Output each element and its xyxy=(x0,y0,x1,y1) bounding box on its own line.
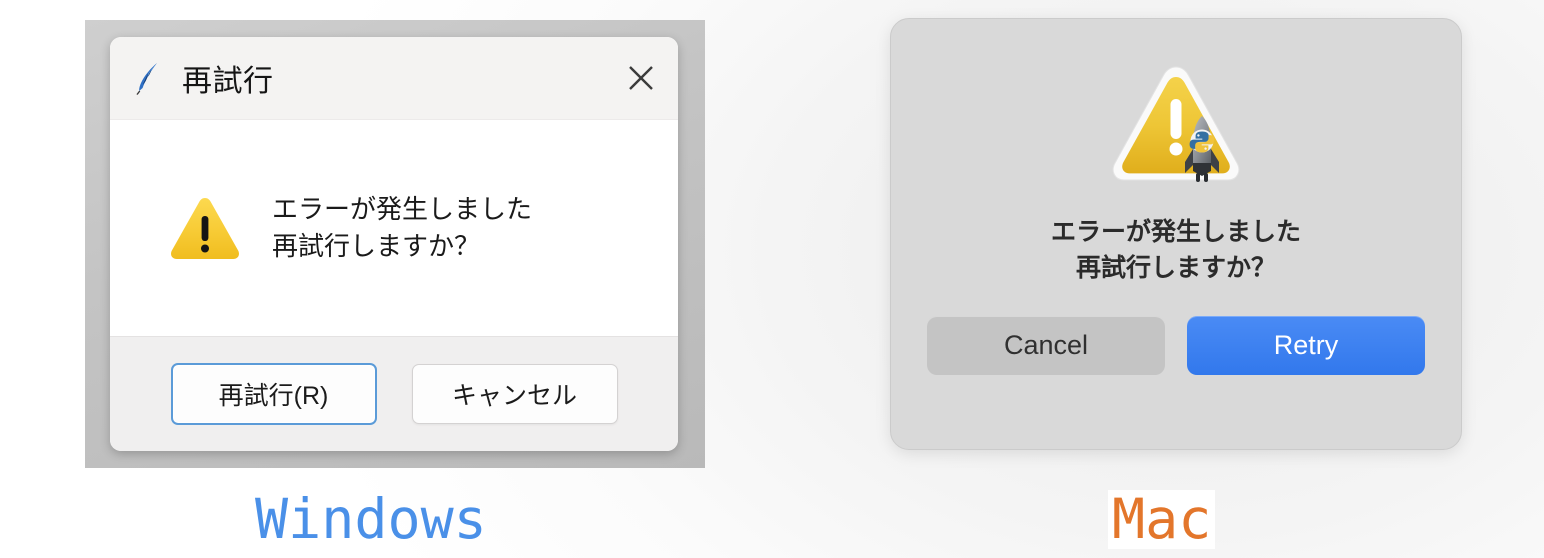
mac-dialog-message: エラーが発生しました 再試行しますか？ xyxy=(1051,215,1301,286)
mac-button-bar: Cancel Retry xyxy=(927,316,1425,375)
retry-button[interactable]: Retry xyxy=(1187,316,1425,375)
windows-dialog-message: エラーが発生しました 再試行しますか？ xyxy=(272,191,532,265)
windows-dialog-title: 再試行 xyxy=(182,65,274,98)
mac-message-line-1: エラーが発生しました xyxy=(1050,218,1301,246)
windows-dialog-frame: 再試行 エラーが発生しました 再試行しますか？ 再試行(R) キャンセル xyxy=(85,20,705,468)
retry-button[interactable]: 再試行(R) xyxy=(170,363,377,425)
caution-triangle-with-python-rocket-icon xyxy=(1101,59,1251,199)
cancel-button[interactable]: Cancel xyxy=(927,316,1165,375)
windows-dialog-body: エラーが発生しました 再試行しますか？ xyxy=(110,120,678,336)
cancel-button[interactable]: キャンセル xyxy=(411,364,618,424)
windows-message-line-2: 再試行しますか？ xyxy=(272,231,481,261)
mac-dialog: エラーが発生しました 再試行しますか？ Cancel Retry xyxy=(890,18,1462,450)
windows-message-line-1: エラーが発生しました xyxy=(272,194,533,225)
windows-platform-caption: Windows xyxy=(255,487,487,551)
mac-platform-caption: Mac xyxy=(1108,490,1216,549)
tk-feather-icon xyxy=(134,61,164,95)
warning-triangle-icon xyxy=(168,194,242,262)
close-icon[interactable] xyxy=(604,37,678,119)
mac-message-line-2: 再試行しますか？ xyxy=(1075,253,1276,282)
windows-titlebar[interactable]: 再試行 xyxy=(110,37,678,120)
windows-dialog: 再試行 エラーが発生しました 再試行しますか？ 再試行(R) キャンセル xyxy=(110,37,678,451)
windows-button-bar: 再試行(R) キャンセル xyxy=(110,336,678,451)
